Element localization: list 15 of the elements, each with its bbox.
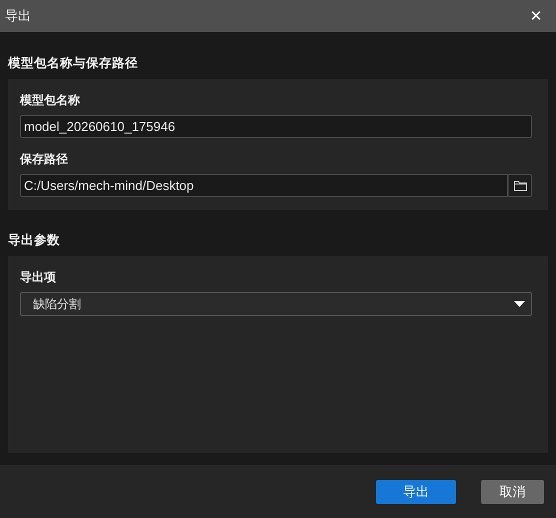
input-field[interactable]: model_20260610_175946 [20,115,532,138]
export-button[interactable]: 导出 [376,480,456,504]
close-button[interactable]: ✕ [516,0,556,32]
field-label: 保存路径 [20,151,68,168]
cancel-button[interactable]: 取消 [481,480,544,504]
field-label: 导出项 [20,269,56,286]
section-title: 模型包名称与保存路径 [8,55,138,72]
dropdown[interactable]: 缺陷分割 [20,292,532,316]
input-field[interactable]: C:/Users/mech-mind/Desktop [20,174,508,197]
section-title: 导出参数 [8,232,60,249]
window-title: 导出 [5,8,31,25]
browse-button[interactable] [508,174,532,197]
field-label: 模型包名称 [20,92,80,109]
folder-icon [514,180,526,191]
caret-icon [514,301,525,307]
